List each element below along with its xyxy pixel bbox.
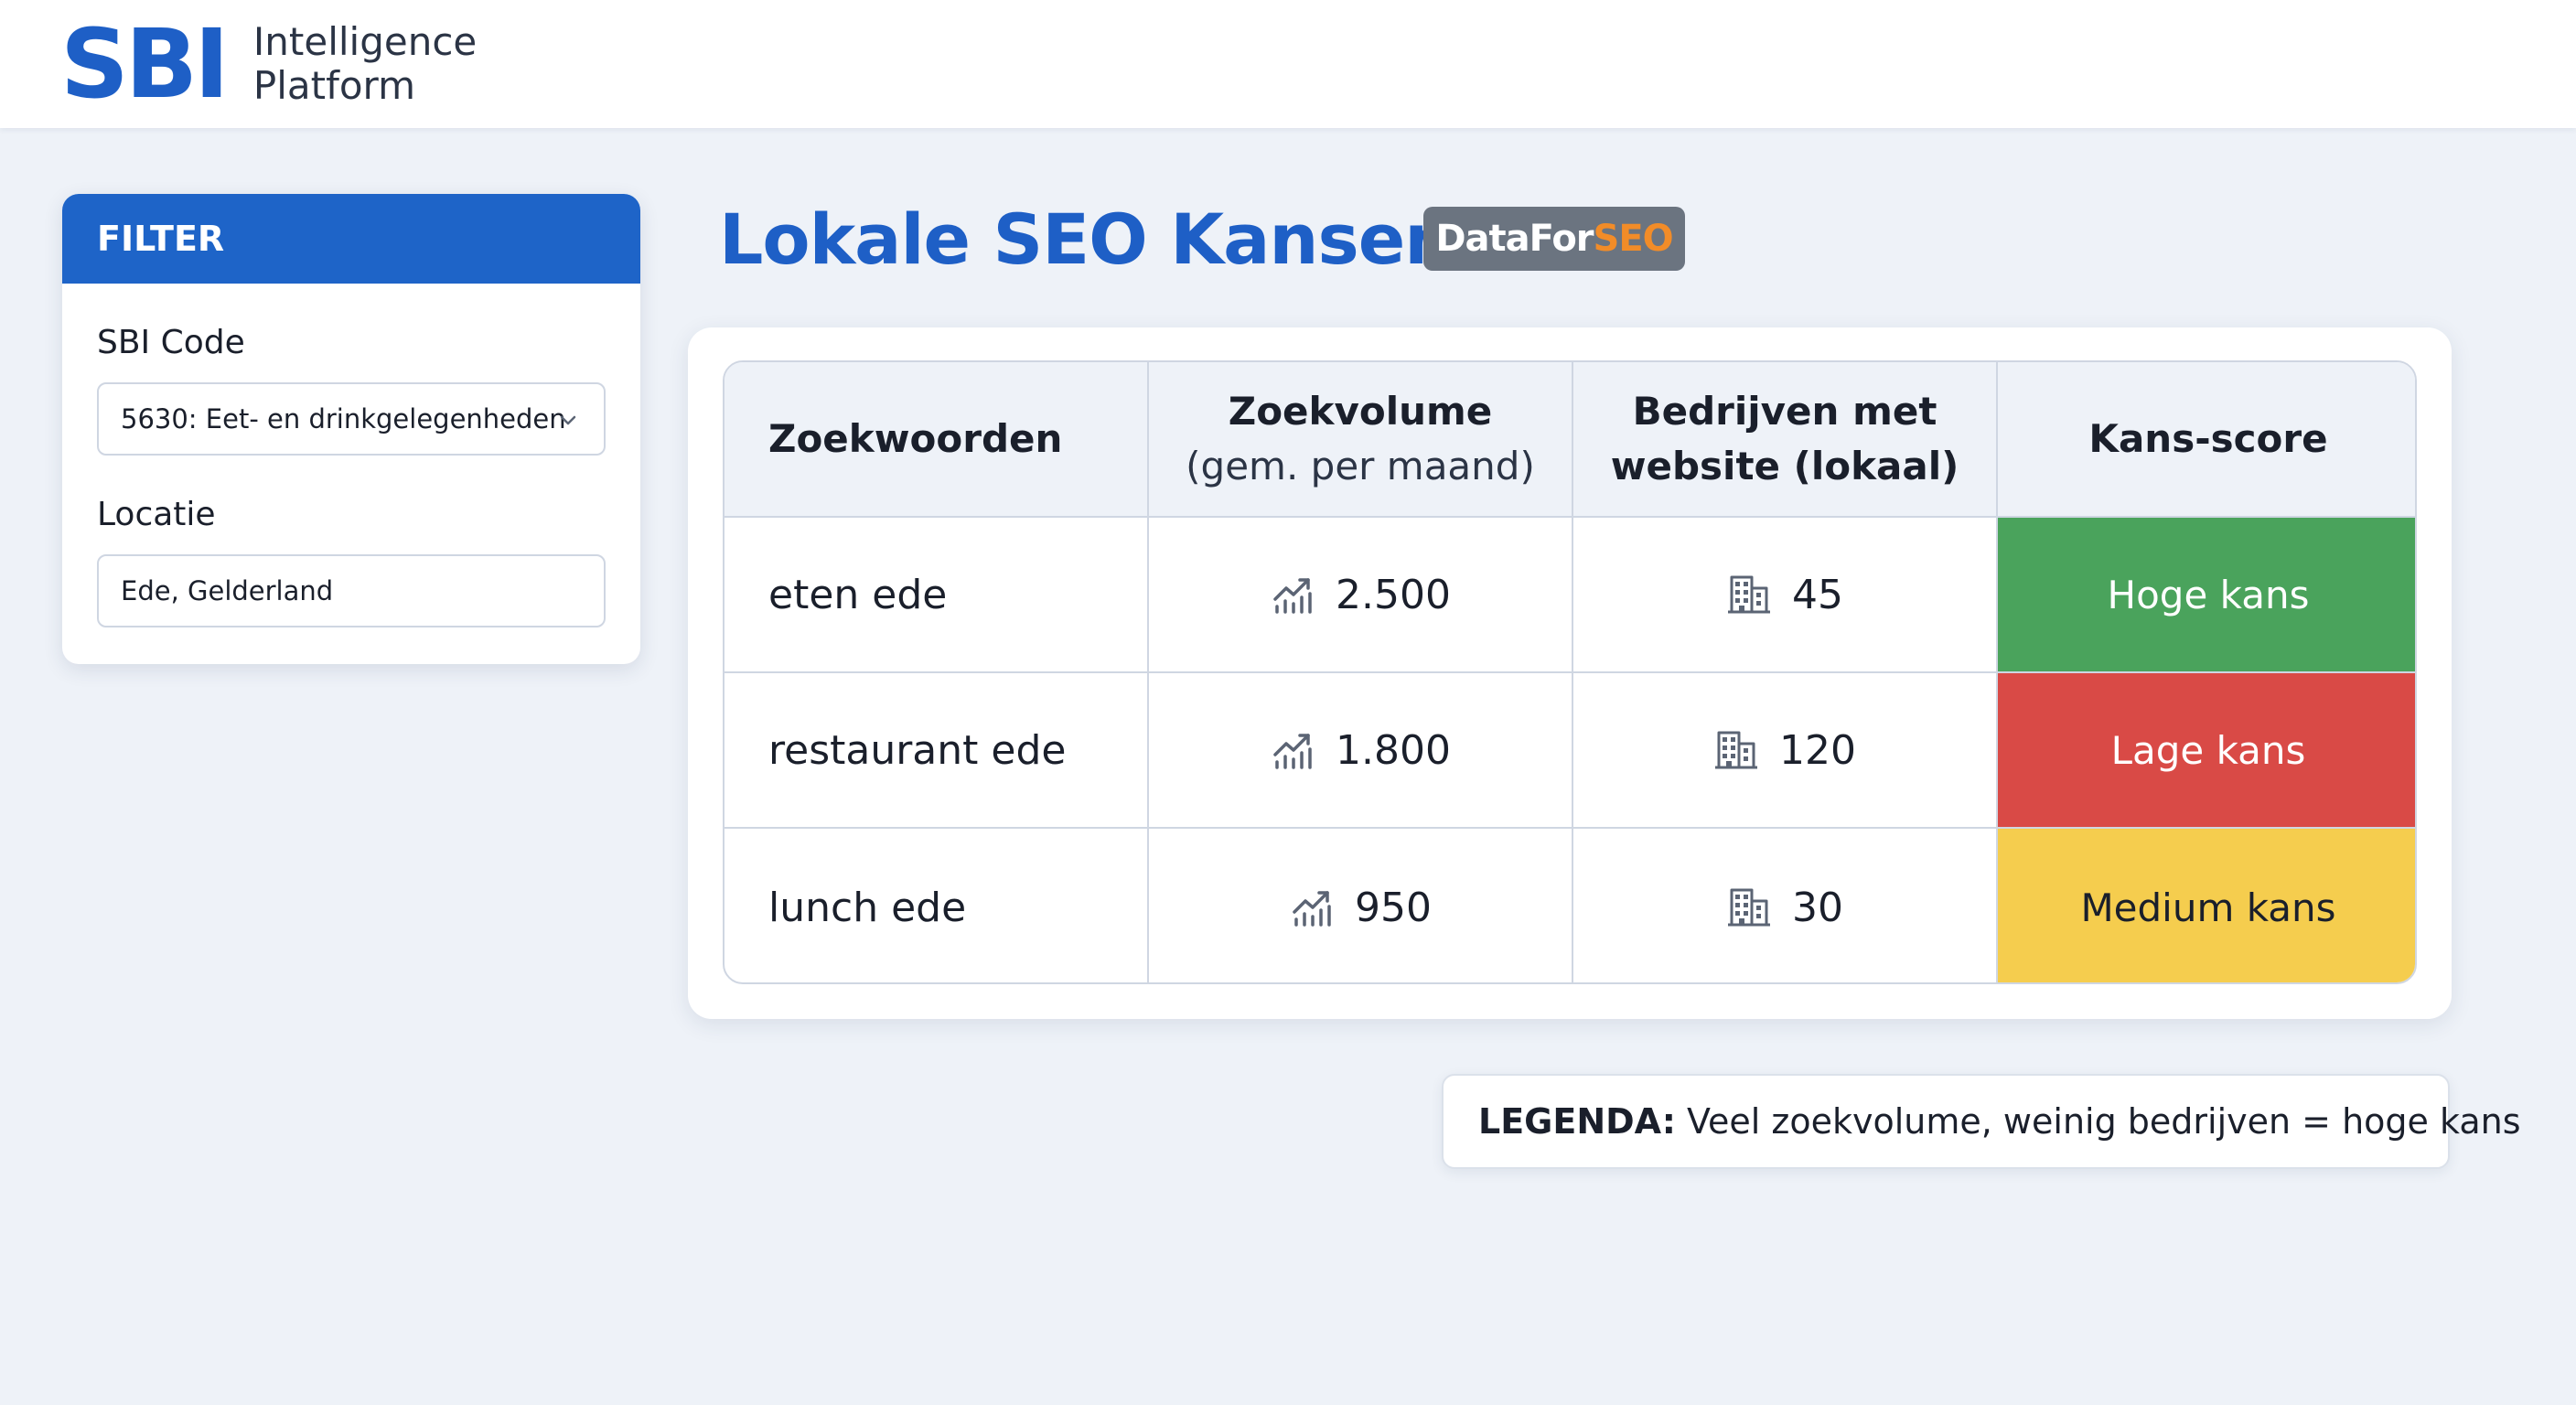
table-cell-volume: 950 <box>1149 829 1573 982</box>
trend-chart-icon <box>1270 572 1315 617</box>
chevron-down-icon <box>560 415 576 425</box>
location-label: Locatie <box>97 496 216 533</box>
legend-label: LEGENDA: <box>1478 1101 1676 1142</box>
table-cell-companies: 45 <box>1573 518 1998 673</box>
table-cell-keyword: eten ede <box>724 518 1149 673</box>
column-header-keywords: Zoekwoorden <box>724 362 1149 518</box>
badge-prefix: DataFor <box>1435 218 1594 260</box>
table-cell-volume: 1.800 <box>1149 673 1573 829</box>
logo-text-line2: Platform <box>252 63 416 108</box>
app-logo[interactable]: SBI Intelligence Platform <box>60 8 477 120</box>
score-badge-medium: Medium kans <box>1998 829 2415 982</box>
filter-header: FILTER <box>62 194 640 284</box>
trend-chart-icon <box>1289 885 1335 930</box>
filter-panel: FILTER SBI Code 5630: Eet- en drinkgeleg… <box>62 194 640 664</box>
logo-mark: SBI <box>60 8 230 120</box>
datasource-badge: DataFor SEO <box>1423 207 1685 271</box>
building-icon <box>1726 885 1772 930</box>
trend-chart-icon <box>1270 727 1315 773</box>
column-header-companies: Bedrijven met website (lokaal) <box>1573 362 1998 518</box>
logo-text-line1: Intelligence <box>252 19 478 64</box>
building-icon <box>1726 572 1772 617</box>
table-cell-volume: 2.500 <box>1149 518 1573 673</box>
table-cell-companies: 30 <box>1573 829 1998 982</box>
top-bar: SBI Intelligence Platform <box>0 0 2576 128</box>
table-cell-companies: 120 <box>1573 673 1998 829</box>
results-card: Zoekwoorden Zoekvolume (gem. per maand) … <box>688 327 2452 1019</box>
sbi-code-select[interactable]: 5630: Eet- en drinkgelegenheden <box>97 382 606 456</box>
badge-suffix: SEO <box>1593 218 1674 260</box>
score-badge-high: Hoge kans <box>1998 518 2415 673</box>
logo-text: Intelligence Platform <box>253 20 477 108</box>
sbi-code-value: 5630: Eet- en drinkgelegenheden <box>121 403 566 434</box>
building-icon <box>1713 727 1759 773</box>
location-value: Ede, Gelderland <box>121 575 334 606</box>
page-title: Lokale SEO Kansen <box>719 198 1454 280</box>
location-input[interactable]: Ede, Gelderland <box>97 554 606 627</box>
seo-opportunities-table: Zoekwoorden Zoekvolume (gem. per maand) … <box>723 360 2417 984</box>
legend-box: LEGENDA: Veel zoekvolume, weinig bedrijv… <box>1442 1074 2521 1169</box>
column-header-volume: Zoekvolume (gem. per maand) <box>1149 362 1573 518</box>
table-cell-keyword: restaurant ede <box>724 673 1149 829</box>
sbi-code-label: SBI Code <box>97 324 245 361</box>
score-badge-low: Lage kans <box>1998 673 2415 829</box>
table-cell-keyword: lunch ede <box>724 829 1149 982</box>
legend-text: Veel zoekvolume, weinig bedrijven = hoge… <box>1686 1101 2521 1142</box>
column-header-score: Kans-score <box>1998 362 2415 518</box>
